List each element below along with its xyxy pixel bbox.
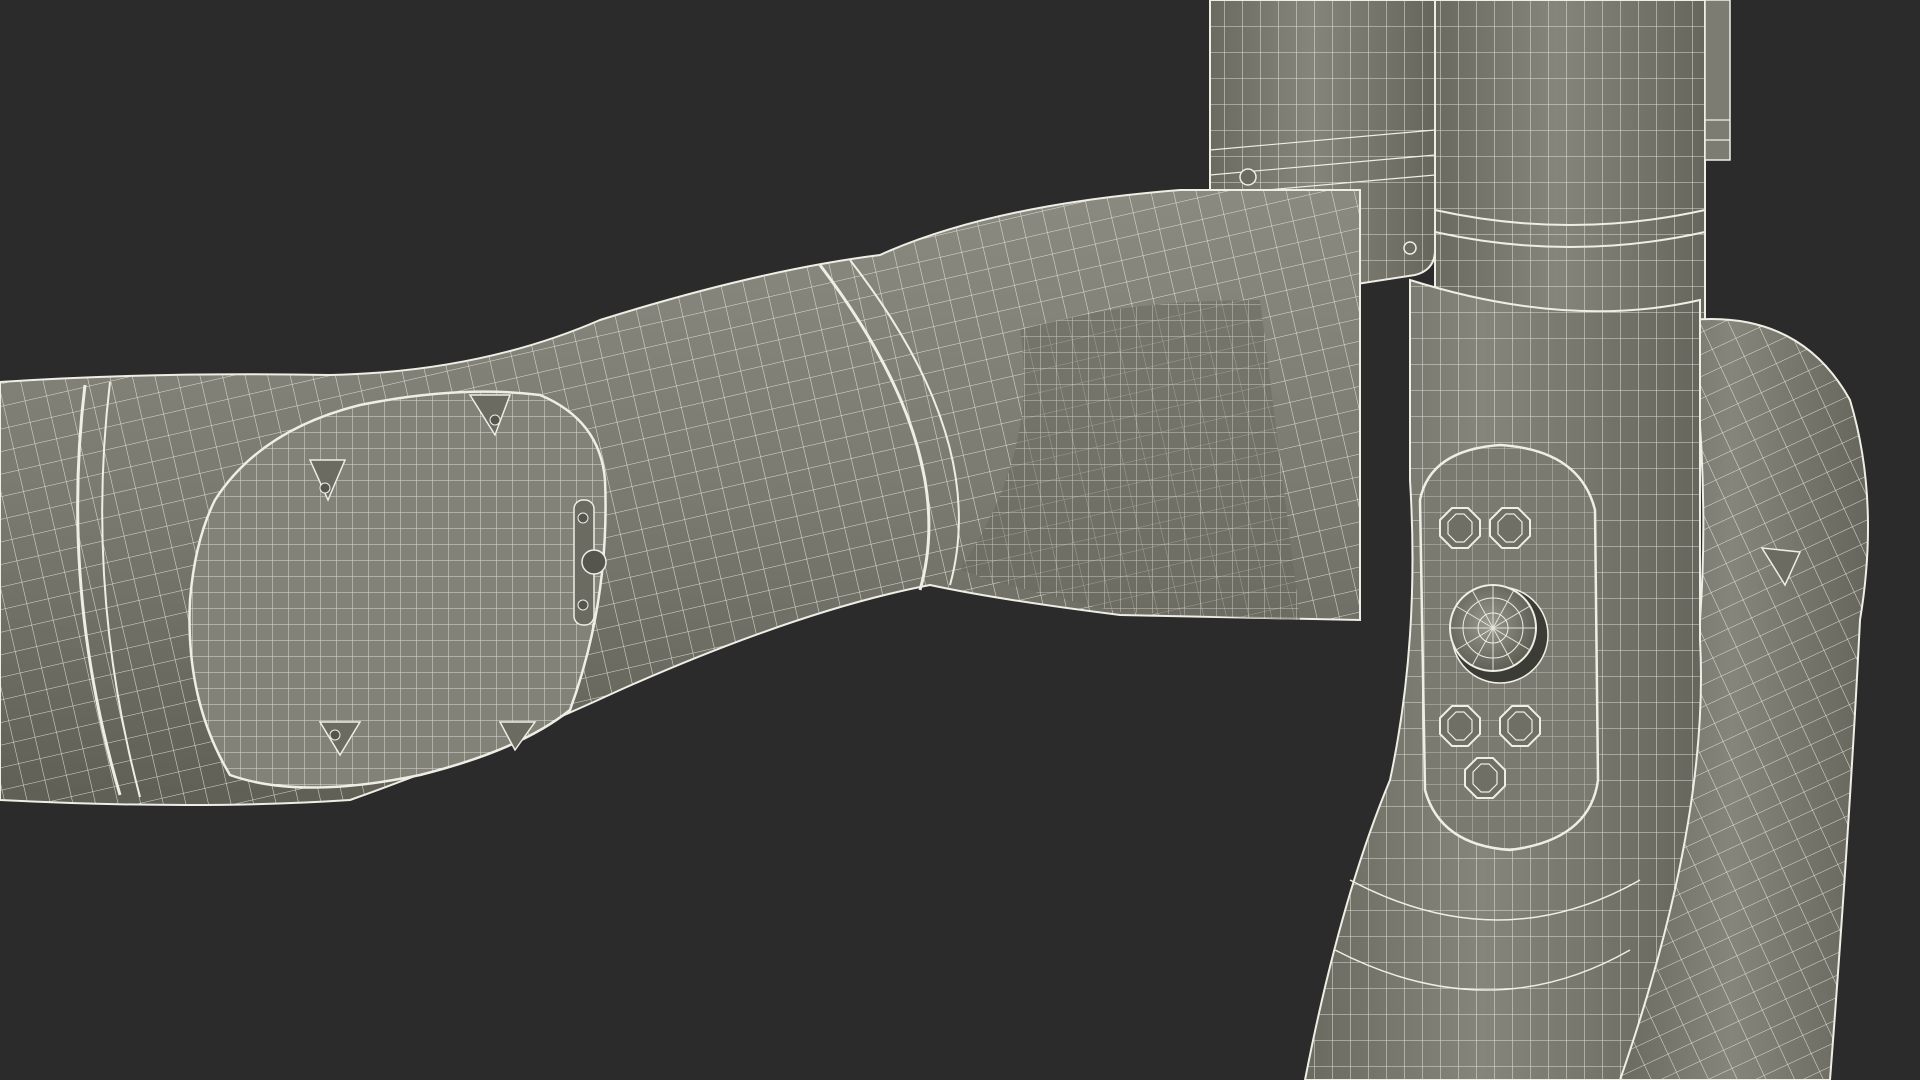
button-icon[interactable] xyxy=(1439,705,1481,747)
wireframe-viewport xyxy=(0,0,1920,1080)
upper-column xyxy=(1434,0,1731,331)
control-panel xyxy=(1418,443,1600,852)
button-icon[interactable] xyxy=(1489,507,1531,549)
button-icon[interactable] xyxy=(1499,705,1541,747)
button-icon[interactable] xyxy=(1439,507,1481,549)
knob-icon[interactable] xyxy=(1449,584,1549,684)
button-icon[interactable] xyxy=(1464,757,1506,799)
wireframe-render xyxy=(0,0,1869,1080)
